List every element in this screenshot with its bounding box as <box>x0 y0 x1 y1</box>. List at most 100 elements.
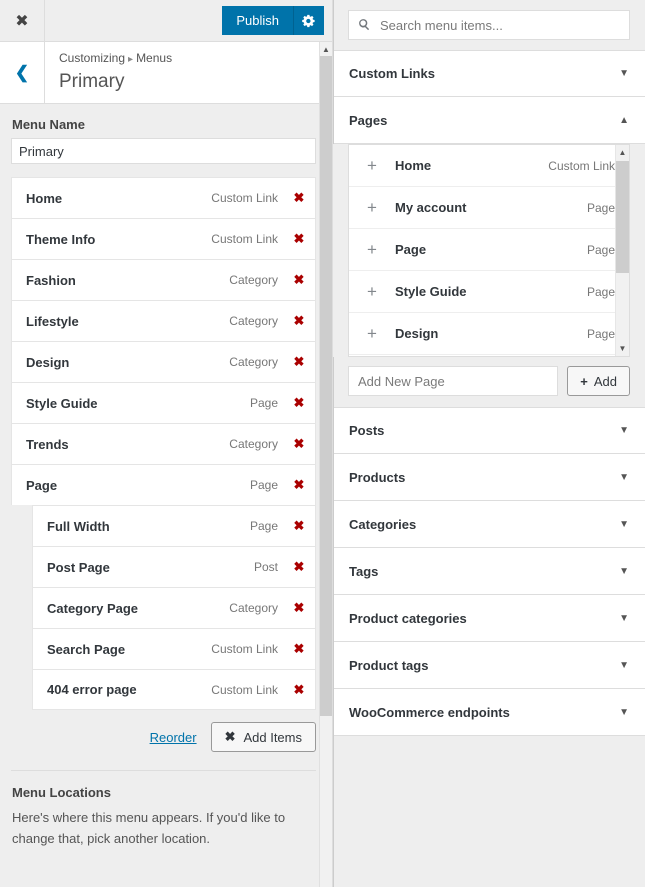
available-item-row[interactable]: + My account Page <box>349 187 629 229</box>
menu-item-row[interactable]: Design Category ✖ <box>11 341 316 382</box>
menu-item-title: Trends <box>26 436 69 452</box>
available-menu-items-panel: Custom Links▼Pages▲+HomeCustom Link+My a… <box>333 0 645 887</box>
menu-item-type: Post <box>253 560 278 574</box>
accordion-header-pages[interactable]: Pages ▲ <box>333 97 645 144</box>
customizer-screen: ✖ Publish ❮ Customizing▸Menus Primary <box>0 0 645 887</box>
customizer-left-panel: ✖ Publish ❮ Customizing▸Menus Primary <box>0 0 333 887</box>
panel-header: ❮ Customizing ▸ Menus Primary <box>0 42 332 104</box>
search-section <box>333 0 645 50</box>
menu-item-row[interactable]: Theme Info Custom Link ✖ <box>11 218 316 259</box>
available-item-row[interactable]: + Style Guide Page <box>349 271 629 313</box>
chevron-down-icon: ▼ <box>619 706 629 718</box>
panel-edge <box>333 0 334 887</box>
reorder-link[interactable]: Reorder <box>150 730 197 745</box>
accordion-header-woocommerce-endpoints[interactable]: WooCommerce endpoints ▼ <box>333 689 645 736</box>
available-item-row[interactable]: + Home Custom Link <box>349 145 629 187</box>
publish-button[interactable]: Publish <box>222 6 294 35</box>
menu-item-row[interactable]: Lifestyle Category ✖ <box>11 300 316 341</box>
chevron-left-icon[interactable]: ❮ <box>0 42 45 103</box>
scroll-down-arrow-icon[interactable]: ▼ <box>616 341 629 356</box>
menu-item-row[interactable]: Fashion Category ✖ <box>11 259 316 300</box>
chevron-down-icon: ▼ <box>619 68 629 79</box>
menu-item-row[interactable]: Page Page ✖ <box>11 464 316 505</box>
delete-menu-item-icon[interactable]: ✖ <box>289 518 315 534</box>
accordion-header-categories[interactable]: Categories ▼ <box>333 501 645 548</box>
close-icon[interactable]: ✖ <box>0 0 45 41</box>
available-item-title: Style Guide <box>395 284 467 299</box>
panel-header-text: Customizing ▸ Menus Primary <box>45 42 172 103</box>
menu-item-type: Category <box>229 437 278 451</box>
menu-item-type: Custom Link <box>211 682 278 697</box>
plus-icon: + <box>580 373 588 389</box>
available-item-row[interactable]: + Page Page <box>349 229 629 271</box>
accordion-body-pages: + Home Custom Link + My account Page + Page Page… <box>333 144 645 357</box>
accordion-header-product-categories[interactable]: Product categories ▼ <box>333 595 645 642</box>
scrollbar-thumb[interactable] <box>320 56 332 716</box>
delete-menu-item-icon[interactable]: ✖ <box>289 190 315 206</box>
search-input[interactable] <box>349 11 629 39</box>
add-items-button[interactable]: ✖ Add Items <box>210 722 316 752</box>
delete-menu-item-icon[interactable]: ✖ <box>289 313 315 329</box>
delete-menu-item-icon[interactable]: ✖ <box>289 436 315 452</box>
menu-name-label: Menu Name <box>12 117 85 132</box>
accordion-title: Custom Links <box>349 66 435 81</box>
add-button-label: Add <box>593 373 617 389</box>
menu-item-row[interactable]: Search Page Custom Link ✖ <box>32 628 316 669</box>
delete-menu-item-icon[interactable]: ✖ <box>289 231 315 247</box>
add-item-plus-icon[interactable]: + <box>349 198 395 218</box>
add-new-page-button[interactable]: + Add <box>567 366 630 396</box>
delete-menu-item-icon[interactable]: ✖ <box>289 641 315 657</box>
delete-menu-item-icon[interactable]: ✖ <box>289 682 315 698</box>
accordion-header-product-tags[interactable]: Product tags ▼ <box>333 642 645 689</box>
menu-item-title: Full Width <box>47 518 110 534</box>
add-item-plus-icon[interactable]: + <box>349 156 395 176</box>
menu-item-title: Home <box>26 190 63 206</box>
accordion-header-posts[interactable]: Posts ▼ <box>333 407 645 454</box>
delete-menu-item-icon[interactable]: ✖ <box>289 477 315 493</box>
add-item-plus-icon[interactable]: + <box>349 324 395 344</box>
delete-menu-item-icon[interactable]: ✖ <box>289 600 315 616</box>
menu-item-row[interactable]: Post Page Post ✖ <box>32 546 316 587</box>
breadcrumb-separator-icon: ▸ <box>128 54 134 65</box>
available-item-row[interactable]: + Design Page <box>349 313 629 355</box>
menu-item-row[interactable]: Category Page Category ✖ <box>32 587 316 628</box>
available-items-accordion: Custom Links ▼ Pages ▲ + Home Custom Link + My a… <box>333 50 645 736</box>
add-new-page-input[interactable] <box>348 366 559 396</box>
search-icon <box>357 17 372 35</box>
chevron-down-icon: ▼ <box>619 612 629 624</box>
menu-item-type: Page <box>249 396 278 410</box>
menu-item-type: Category <box>229 601 278 615</box>
breadcrumb: Customizing ▸ Menus <box>59 50 172 68</box>
menu-item-row[interactable]: Full Width Page ✖ <box>32 505 316 546</box>
pages-list-scrollbar[interactable]: ▲ ▼ <box>615 145 629 356</box>
chevron-down-icon: ▼ <box>619 565 629 577</box>
accordion-header-tags[interactable]: Tags ▼ <box>333 548 645 595</box>
accordion-header-custom-links[interactable]: Custom Links ▼ <box>333 50 645 97</box>
menu-item-row[interactable]: Style Guide Page ✖ <box>11 382 316 423</box>
delete-menu-item-icon[interactable]: ✖ <box>289 354 315 370</box>
menu-item-title: Page <box>26 477 58 493</box>
delete-menu-item-icon[interactable]: ✖ <box>289 559 315 575</box>
accordion-title: Pages <box>349 112 388 128</box>
delete-menu-item-icon[interactable]: ✖ <box>289 395 315 411</box>
add-item-plus-icon[interactable]: + <box>349 282 395 302</box>
menu-item-row[interactable]: 404 error page Custom Link ✖ <box>32 669 316 710</box>
menu-item-title: Post Page <box>47 559 110 575</box>
menu-item-title: 404 error page <box>47 682 137 697</box>
menu-item-row[interactable]: Trends Category ✖ <box>11 423 316 464</box>
panel-body: Menu Name Home Custom Link ✖ Theme Info Cust… <box>0 104 332 887</box>
delete-menu-item-icon[interactable]: ✖ <box>289 272 315 288</box>
scrollbar-thumb[interactable] <box>616 161 629 273</box>
left-panel-scrollbar[interactable]: ▲ <box>319 42 332 887</box>
add-items-label: Add Items <box>243 729 302 745</box>
accordion-header-products[interactable]: Products ▼ <box>333 454 645 501</box>
add-item-plus-icon[interactable]: + <box>349 240 395 260</box>
menu-item-row[interactable]: Home Custom Link ✖ <box>11 177 316 218</box>
gear-icon[interactable] <box>294 6 324 35</box>
scroll-up-arrow-icon[interactable]: ▲ <box>320 42 332 56</box>
available-item-title: Home <box>395 158 432 173</box>
scroll-up-arrow-icon[interactable]: ▲ <box>616 145 629 160</box>
menu-locations-description: Here's where this menu appears. If you'd… <box>12 810 286 846</box>
menu-name-input[interactable] <box>11 138 316 164</box>
